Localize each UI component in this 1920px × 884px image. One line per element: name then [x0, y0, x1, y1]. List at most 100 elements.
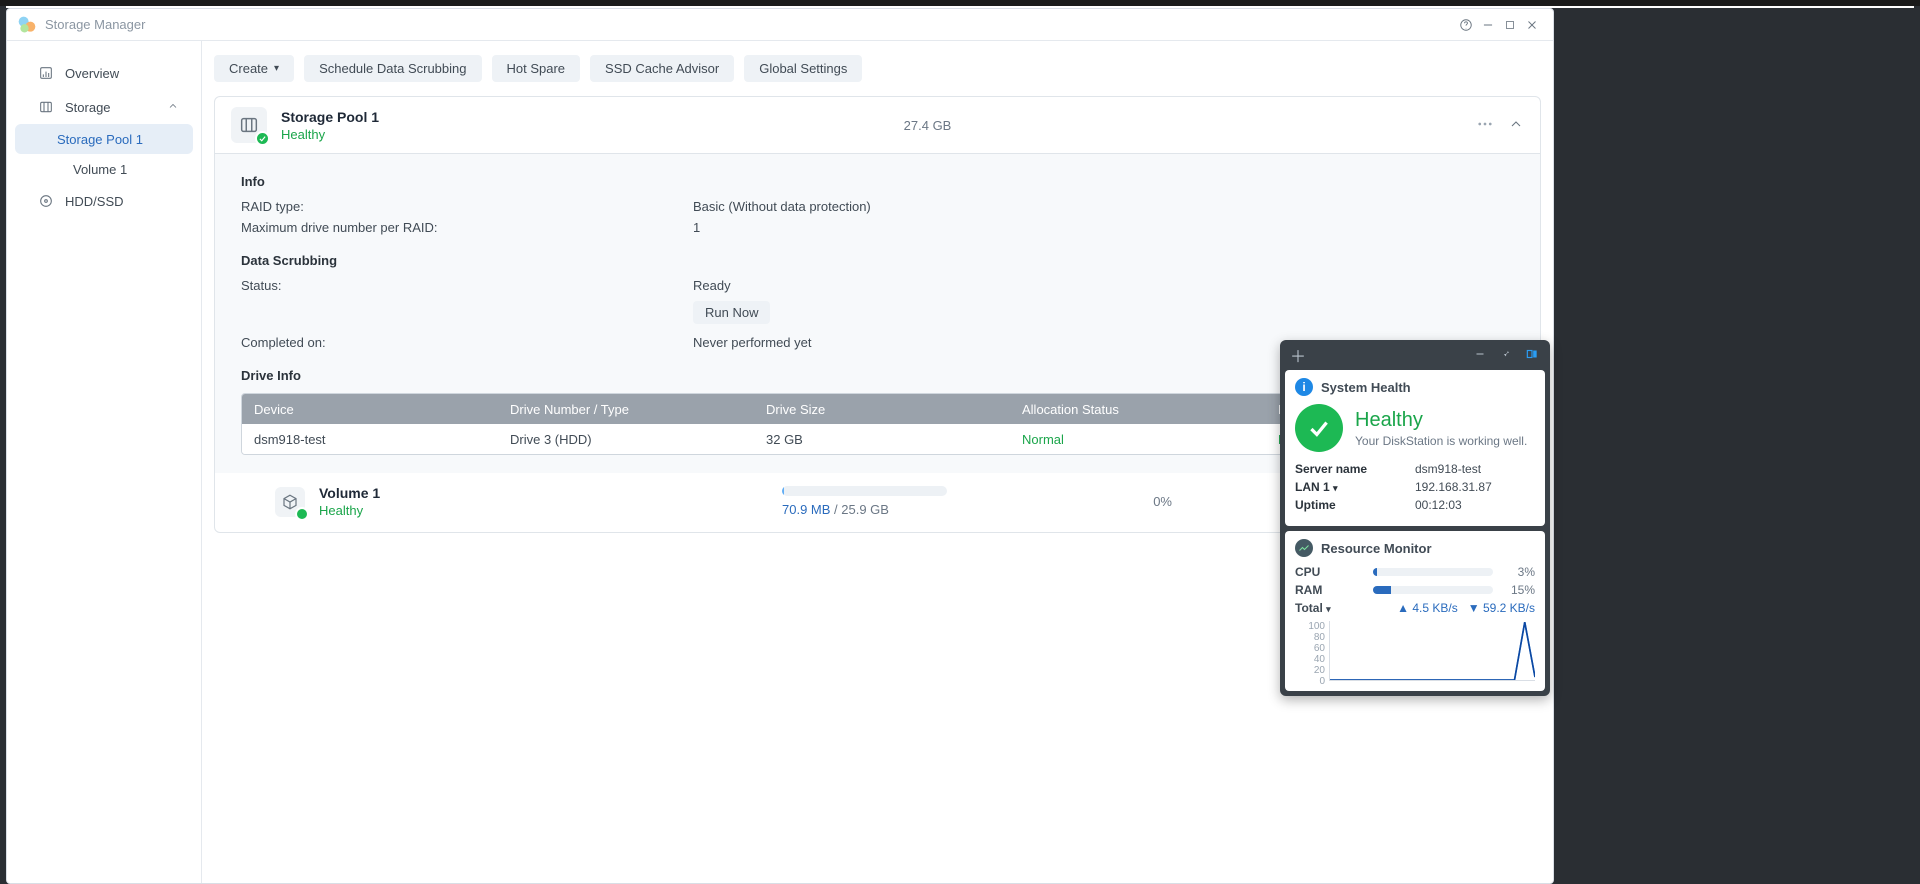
ram-percent: 15% [1501, 583, 1535, 597]
lan-row[interactable]: LAN 1 ▾ 192.168.31.87 [1295, 480, 1535, 494]
info-value: 192.168.31.87 [1415, 480, 1535, 494]
th-allocation: Allocation Status [1010, 402, 1266, 417]
info-key: Uptime [1295, 498, 1415, 512]
ssd-cache-advisor-button[interactable]: SSD Cache Advisor [590, 55, 734, 82]
status-ok-badge [255, 131, 270, 146]
maximize-button[interactable] [1499, 14, 1521, 36]
arrow-up-icon: ▲ [1397, 601, 1409, 615]
volume-usage: 70.9 MB / 25.9 GB [782, 486, 1082, 517]
more-button[interactable] [1476, 115, 1494, 136]
ram-row: RAM 15% [1295, 583, 1535, 597]
help-button[interactable] [1455, 14, 1477, 36]
close-button[interactable] [1521, 14, 1543, 36]
app-icon [17, 15, 37, 35]
widget-minimize-button[interactable] [1470, 348, 1490, 363]
net-down: ▼ 59.2 KB/s [1468, 601, 1535, 615]
hot-spare-button[interactable]: Hot Spare [492, 55, 581, 82]
panel-header: Storage Pool 1 Healthy 27.4 GB [215, 97, 1540, 153]
system-health-card: i System Health Healthy Your DiskStation… [1285, 370, 1545, 526]
button-label: SSD Cache Advisor [605, 61, 719, 76]
minimize-button[interactable] [1477, 14, 1499, 36]
usage-percent: 0% [1112, 494, 1172, 509]
card-title: System Health [1321, 380, 1411, 395]
toolbar: Create ▾ Schedule Data Scrubbing Hot Spa… [214, 55, 1541, 82]
sidebar: Overview Storage Storage Pool 1 Volume 1 [7, 41, 202, 883]
td-drive-number: Drive 3 (HDD) [498, 432, 754, 447]
button-label: Global Settings [759, 61, 847, 76]
network-chart: 100806040200 [1295, 621, 1535, 681]
kv-key: Completed on: [241, 335, 693, 350]
sidebar-item-label: Storage Pool 1 [57, 132, 143, 147]
rm-key: Total ▾ [1295, 601, 1365, 615]
sidebar-item-hdd-ssd[interactable]: HDD/SSD [15, 184, 193, 218]
pool-name: Storage Pool 1 [281, 109, 379, 125]
chart-yticks: 100806040200 [1295, 621, 1325, 681]
sidebar-item-volume-1[interactable]: Volume 1 [15, 154, 193, 184]
volume-status: Healthy [319, 503, 380, 518]
scrubbing-section-title: Data Scrubbing [241, 253, 1514, 268]
run-now-button[interactable]: Run Now [693, 301, 770, 324]
th-drive-size: Drive Size [754, 402, 1010, 417]
monitor-icon [1295, 539, 1313, 557]
td-device: dsm918-test [242, 432, 498, 447]
info-section-title: Info [241, 174, 1514, 189]
global-settings-button[interactable]: Global Settings [744, 55, 862, 82]
collapse-button[interactable] [1508, 116, 1524, 135]
widget-titlebar: ＋ [1280, 340, 1550, 370]
kv-key: Status: [241, 278, 693, 293]
sidebar-item-label: Storage [65, 100, 111, 115]
card-title: Resource Monitor [1321, 541, 1432, 556]
create-button[interactable]: Create ▾ [214, 55, 294, 82]
net-up: ▲ 4.5 KB/s [1397, 601, 1458, 615]
volume-name: Volume 1 [319, 485, 380, 501]
td-allocation: Normal [1010, 432, 1266, 447]
network-row[interactable]: Total ▾ ▲ 4.5 KB/s ▼ 59.2 KB/s [1295, 601, 1535, 615]
usage-bar [782, 486, 947, 496]
sidebar-item-overview[interactable]: Overview [15, 56, 193, 90]
info-key: LAN 1 ▾ [1295, 480, 1415, 494]
usage-sep: / [830, 502, 841, 517]
ram-bar [1373, 586, 1493, 594]
widget-expand-button[interactable] [1522, 347, 1542, 364]
usage-used: 70.9 MB [782, 502, 830, 517]
cpu-bar [1373, 568, 1493, 576]
caret-down-icon: ▾ [1326, 604, 1331, 614]
widget-pin-button[interactable] [1496, 348, 1516, 363]
health-status-row: Healthy Your DiskStation is working well… [1295, 404, 1535, 452]
widget-add-button[interactable]: ＋ [1288, 343, 1308, 367]
widget-panel: ＋ i System Health Healthy Your DiskStati… [1280, 340, 1550, 696]
window-title: Storage Manager [45, 17, 145, 32]
sidebar-item-storage[interactable]: Storage [15, 90, 193, 124]
window-titlebar: Storage Manager [7, 9, 1553, 41]
volume-icon [275, 487, 305, 517]
sidebar-item-label: HDD/SSD [65, 194, 124, 209]
button-label: Hot Spare [507, 61, 566, 76]
kv-value: Ready [693, 278, 1514, 293]
button-label: Create [229, 61, 268, 76]
kv-value: 1 [693, 220, 1514, 235]
schedule-scrubbing-button[interactable]: Schedule Data Scrubbing [304, 55, 481, 82]
arrow-down-icon: ▼ [1468, 601, 1480, 615]
uptime-row: Uptime 00:12:03 [1295, 498, 1535, 512]
kv-key: Maximum drive number per RAID: [241, 220, 693, 235]
volume-titles: Volume 1 Healthy [319, 485, 380, 518]
sidebar-item-label: Volume 1 [73, 162, 127, 177]
pool-status: Healthy [281, 127, 379, 142]
chevron-up-icon [167, 100, 179, 115]
info-key: Server name [1295, 462, 1415, 476]
sidebar-item-label: Overview [65, 66, 119, 81]
overview-icon [37, 64, 55, 82]
caret-down-icon: ▾ [1333, 483, 1338, 493]
scrub-status-row: Status: Ready [241, 278, 1514, 293]
info-value: dsm918-test [1415, 462, 1535, 476]
sidebar-item-storage-pool-1[interactable]: Storage Pool 1 [15, 124, 193, 154]
kv-value: Basic (Without data protection) [693, 199, 1514, 214]
kv-key: RAID type: [241, 199, 693, 214]
health-subtitle: Your DiskStation is working well. [1355, 434, 1527, 448]
health-title: Healthy [1355, 409, 1527, 432]
cpu-percent: 3% [1501, 565, 1535, 579]
cpu-row: CPU 3% [1295, 565, 1535, 579]
rm-key: RAM [1295, 583, 1365, 597]
resource-monitor-card: Resource Monitor CPU 3% RAM 15% Total ▾ … [1285, 531, 1545, 691]
check-icon [1295, 404, 1343, 452]
